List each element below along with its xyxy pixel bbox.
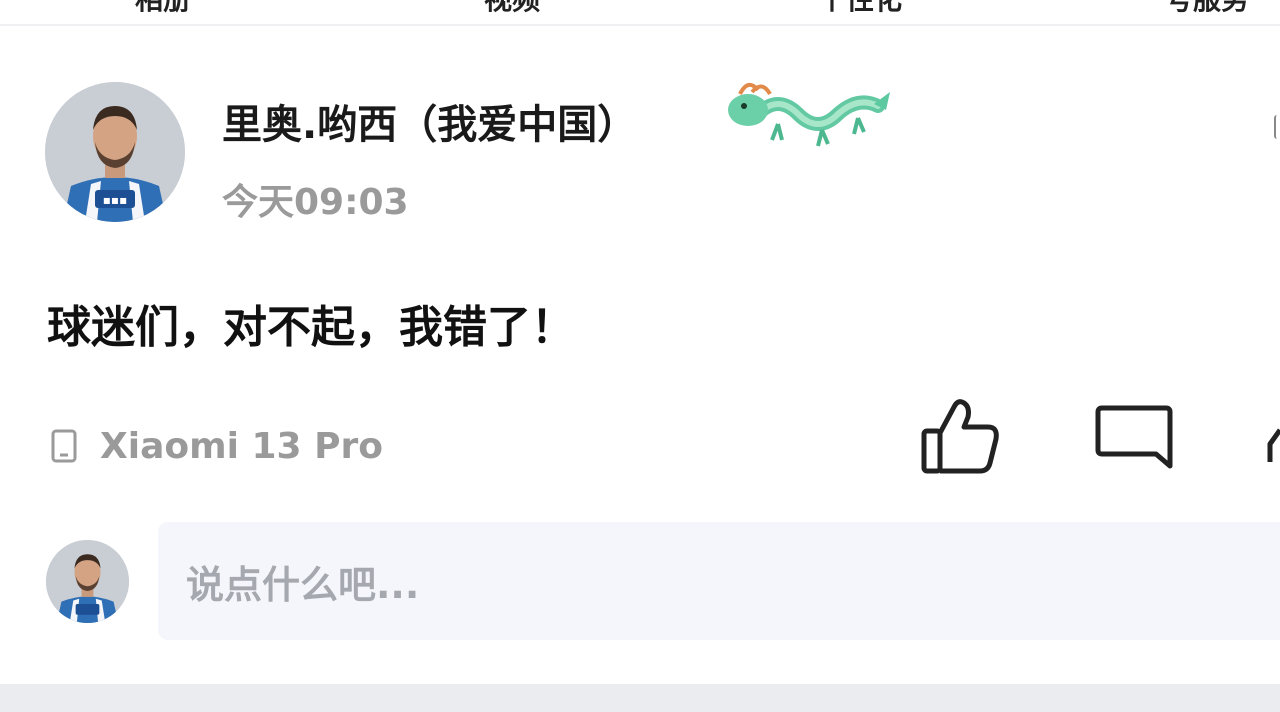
comment-placeholder: 说点什么吧... <box>186 562 420 607</box>
edge-indicator <box>1274 115 1280 139</box>
device-label: Xiaomi 13 Pro <box>100 425 384 467</box>
thumbs-up-icon <box>921 399 999 474</box>
tab-personalize[interactable]: 个性化 <box>818 0 902 16</box>
dragon-badge-icon <box>718 74 894 160</box>
phone-icon <box>50 429 78 463</box>
share-icon <box>1267 428 1280 462</box>
post-time: 今天09:03 <box>222 182 409 223</box>
post-content: 球迷们，对不起，我错了！ <box>47 302 575 353</box>
tab-video[interactable]: 视频 <box>484 0 540 16</box>
tab-album[interactable]: 相册 <box>135 0 191 16</box>
share-button[interactable] <box>1262 400 1280 470</box>
tab-service[interactable]: 号服务 <box>1165 0 1249 16</box>
author-name[interactable]: 里奥.哟西（我爱中国） <box>222 92 637 150</box>
device-info: Xiaomi 13 Pro <box>50 424 383 468</box>
comment-bubble-icon <box>1095 405 1173 469</box>
svg-text:▪▪▪: ▪▪▪ <box>103 193 127 207</box>
comment-button[interactable] <box>1094 402 1174 474</box>
like-button[interactable] <box>918 397 1002 477</box>
author-avatar[interactable]: ▪▪▪ <box>45 82 185 222</box>
post-screen: 相册 视频 个性化 号服务 ▪▪▪ 里奥.哟西（我爱中国） <box>0 0 1280 712</box>
my-avatar[interactable] <box>46 540 129 623</box>
top-tab-bar: 相册 视频 个性化 号服务 <box>0 0 1280 26</box>
comment-input[interactable]: 说点什么吧... <box>158 522 1280 640</box>
divider-band <box>0 684 1280 712</box>
